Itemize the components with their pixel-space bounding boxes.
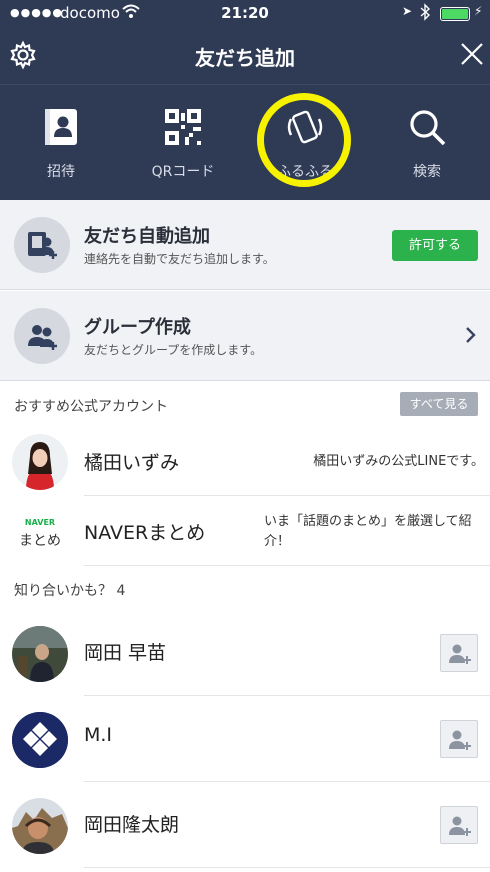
tab-label: 検索 bbox=[413, 164, 441, 180]
battery-icon bbox=[440, 7, 470, 21]
see-all-button[interactable]: すべて見る bbox=[400, 392, 478, 416]
charging-icon: ⚡ bbox=[474, 4, 483, 18]
tab-label: QRコード bbox=[151, 164, 215, 180]
search-icon bbox=[407, 107, 447, 147]
account-name: NAVERまとめ bbox=[84, 522, 206, 544]
tab-label: 招待 bbox=[47, 164, 75, 180]
add-friend-button[interactable] bbox=[440, 720, 478, 758]
account-name: 橘田いずみ bbox=[84, 452, 180, 474]
tab-search[interactable]: 検索 bbox=[366, 85, 488, 201]
contacts-icon bbox=[41, 107, 81, 147]
clock: 21:20 bbox=[221, 4, 269, 22]
group-title: グループ作成 bbox=[84, 317, 191, 338]
allow-button[interactable]: 許可する bbox=[392, 230, 478, 261]
group-icon bbox=[14, 308, 70, 364]
auto-add-section[interactable]: 友だち自動追加 連絡先を自動で友だち追加します。 許可する bbox=[0, 200, 490, 290]
account-description: 橘田いずみの公式LINEです。 bbox=[313, 454, 484, 469]
friend-name: M.I bbox=[84, 724, 113, 746]
highlight-circle bbox=[257, 93, 351, 187]
bluetooth-icon bbox=[420, 3, 431, 25]
list-item[interactable]: NAVER まとめ NAVERまとめ いま「話題のまとめ」を厳選して紹介！ bbox=[0, 496, 490, 566]
qr-code-icon bbox=[163, 107, 203, 147]
account-description: いま「話題のまとめ」を厳選して紹介！ bbox=[264, 514, 472, 549]
page-title: 友だち追加 bbox=[195, 46, 295, 70]
group-subtitle: 友だちとグループを作成します。 bbox=[84, 343, 263, 357]
avatar bbox=[12, 434, 68, 490]
auto-add-icon bbox=[14, 217, 70, 273]
friend-name: 岡田 早苗 bbox=[84, 642, 167, 664]
section-title: おすすめ公式アカウント bbox=[14, 399, 168, 415]
friend-name: 岡田隆太朗 bbox=[84, 814, 180, 836]
auto-add-subtitle: 連絡先を自動で友だち追加します。 bbox=[84, 252, 275, 266]
official-accounts-header: おすすめ公式アカウント すべて見る bbox=[0, 382, 490, 426]
add-method-tabs: 招待 QRコード ふるふる 検索 bbox=[0, 84, 490, 200]
suggestions-header: 知り合いかも？ 4 bbox=[0, 566, 490, 610]
avatar bbox=[12, 712, 68, 768]
add-friend-button[interactable] bbox=[440, 634, 478, 672]
close-icon[interactable] bbox=[458, 40, 486, 68]
avatar bbox=[12, 798, 68, 854]
list-item[interactable]: 岡田 早苗 bbox=[0, 610, 490, 696]
location-icon: ➤ bbox=[402, 4, 413, 18]
section-title: 知り合いかも？ 4 bbox=[14, 583, 126, 599]
divider bbox=[84, 867, 490, 868]
list-item[interactable]: 橘田いずみ 橘田いずみの公式LINEです。 bbox=[0, 426, 490, 496]
naver-logo: NAVER bbox=[24, 518, 56, 527]
list-item[interactable]: 岡田隆太朗 bbox=[0, 782, 490, 868]
status-bar: ●●●●● docomo 21:20 ➤ ⚡ bbox=[0, 0, 490, 28]
auto-add-title: 友だち自動追加 bbox=[84, 226, 210, 247]
avatar: NAVER まとめ bbox=[12, 504, 68, 560]
avatar bbox=[12, 626, 68, 682]
tab-qr-code[interactable]: QRコード bbox=[122, 85, 244, 201]
tab-invite[interactable]: 招待 bbox=[0, 85, 122, 201]
header: ●●●●● docomo 21:20 ➤ ⚡ 友だち追加 招待 QRコード ふる… bbox=[0, 0, 490, 200]
list-item[interactable]: M.I bbox=[0, 696, 490, 782]
nav-bar: 友だち追加 bbox=[0, 28, 490, 84]
create-group-section[interactable]: グループ作成 友だちとグループを作成します。 bbox=[0, 291, 490, 381]
chevron-right-icon bbox=[464, 325, 478, 345]
add-friend-button[interactable] bbox=[440, 806, 478, 844]
matome-logo: まとめ bbox=[19, 533, 61, 549]
